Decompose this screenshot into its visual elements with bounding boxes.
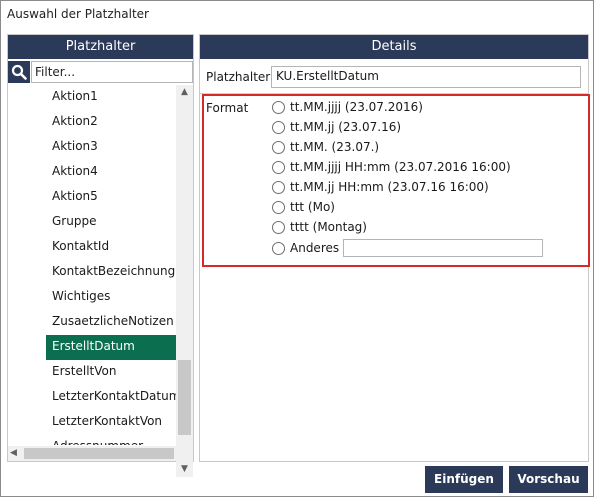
insert-button[interactable]: Einfügen	[425, 466, 503, 493]
format-option[interactable]: ttt (Mo)	[272, 197, 335, 217]
list-item[interactable]: LetzterKontaktDatum	[46, 385, 176, 410]
placeholder-panel: Platzhalter Aktion1 Aktion2 Aktion3 Akti…	[7, 34, 194, 477]
list-item[interactable]: Aktion2	[46, 110, 176, 135]
format-option-label: tt.MM.jj (23.07.16)	[290, 120, 402, 134]
horizontal-scrollbar[interactable]: ◀	[8, 446, 176, 461]
placeholder-label: Platzhalter	[206, 70, 271, 84]
format-option[interactable]: tt.MM.jj (23.07.16)	[272, 117, 401, 137]
radio-button[interactable]	[272, 200, 285, 214]
format-option-label: tt.MM. (23.07.)	[290, 140, 380, 154]
radio-button[interactable]	[272, 160, 285, 174]
preview-button[interactable]: Vorschau	[509, 466, 588, 493]
list-item[interactable]: ZusaetzlicheNotizen	[46, 310, 176, 335]
search-icon[interactable]	[8, 61, 30, 83]
format-option-label: tt.MM.jjjj (23.07.2016)	[290, 100, 423, 114]
radio-button[interactable]	[272, 120, 285, 134]
format-label: Format	[206, 101, 249, 115]
dialog-window: Auswahl der Platzhalter Platzhalter Akti…	[0, 0, 594, 497]
format-option-label: tt.MM.jj HH:mm (23.07.16 16:00)	[290, 180, 489, 194]
list-item[interactable]: ErstelltVon	[46, 360, 176, 385]
list-item[interactable]: Aktion4	[46, 160, 176, 185]
filter-input[interactable]	[31, 61, 193, 83]
list-item-selected[interactable]: ErstelltDatum	[46, 335, 176, 360]
format-option[interactable]: tt.MM.jj HH:mm (23.07.16 16:00)	[272, 177, 489, 197]
details-panel: Details Platzhalter KU.ErstelltDatum For…	[199, 34, 590, 462]
window-title: Auswahl der Platzhalter	[7, 7, 149, 21]
radio-button[interactable]	[272, 180, 285, 194]
format-option[interactable]: tt.MM. (23.07.)	[272, 137, 379, 157]
list-item[interactable]: Wichtiges	[46, 285, 176, 310]
scroll-corner	[176, 446, 193, 461]
placeholder-field[interactable]: KU.ErstelltDatum	[271, 66, 581, 88]
radio-button[interactable]	[272, 100, 285, 114]
details-panel-header: Details	[200, 35, 588, 59]
filter-row	[8, 61, 193, 83]
vertical-scroll-thumb[interactable]	[178, 360, 191, 435]
list-item[interactable]: Aktion1	[46, 85, 176, 110]
scroll-up-icon[interactable]: ▲	[176, 85, 193, 99]
list-item[interactable]: KontaktId	[46, 235, 176, 260]
scroll-left-icon[interactable]: ◀	[10, 446, 22, 461]
format-option-label: tttt (Montag)	[290, 220, 367, 234]
radio-button[interactable]	[272, 241, 285, 255]
format-option-label: tt.MM.jjjj HH:mm (23.07.2016 16:00)	[290, 160, 511, 174]
list-item[interactable]: Adressnummer	[46, 435, 176, 445]
list-item[interactable]: Gruppe	[46, 210, 176, 235]
format-option-label: Anderes	[290, 241, 340, 255]
other-format-input[interactable]	[343, 239, 543, 257]
format-option-label: ttt (Mo)	[290, 200, 335, 214]
list-item[interactable]: LetzterKontaktVon	[46, 410, 176, 435]
placeholder-list: Aktion1 Aktion2 Aktion3 Aktion4 Aktion5 …	[46, 85, 176, 445]
format-option[interactable]: tttt (Montag)	[272, 217, 367, 237]
vertical-scrollbar[interactable]: ▲ ▼	[176, 85, 193, 477]
format-option-other[interactable]: Anderes	[272, 238, 339, 258]
scroll-down-icon[interactable]: ▼	[176, 462, 193, 476]
radio-button[interactable]	[272, 140, 285, 154]
radio-button[interactable]	[272, 220, 285, 234]
placeholder-panel-header: Platzhalter	[8, 35, 193, 59]
format-option[interactable]: tt.MM.jjjj (23.07.2016)	[272, 97, 423, 117]
list-item[interactable]: Aktion3	[46, 135, 176, 160]
list-item[interactable]: KontaktBezeichnung	[46, 260, 176, 285]
horizontal-scroll-thumb[interactable]	[24, 448, 174, 459]
format-option[interactable]: tt.MM.jjjj HH:mm (23.07.2016 16:00)	[272, 157, 511, 177]
list-item[interactable]: Aktion5	[46, 185, 176, 210]
